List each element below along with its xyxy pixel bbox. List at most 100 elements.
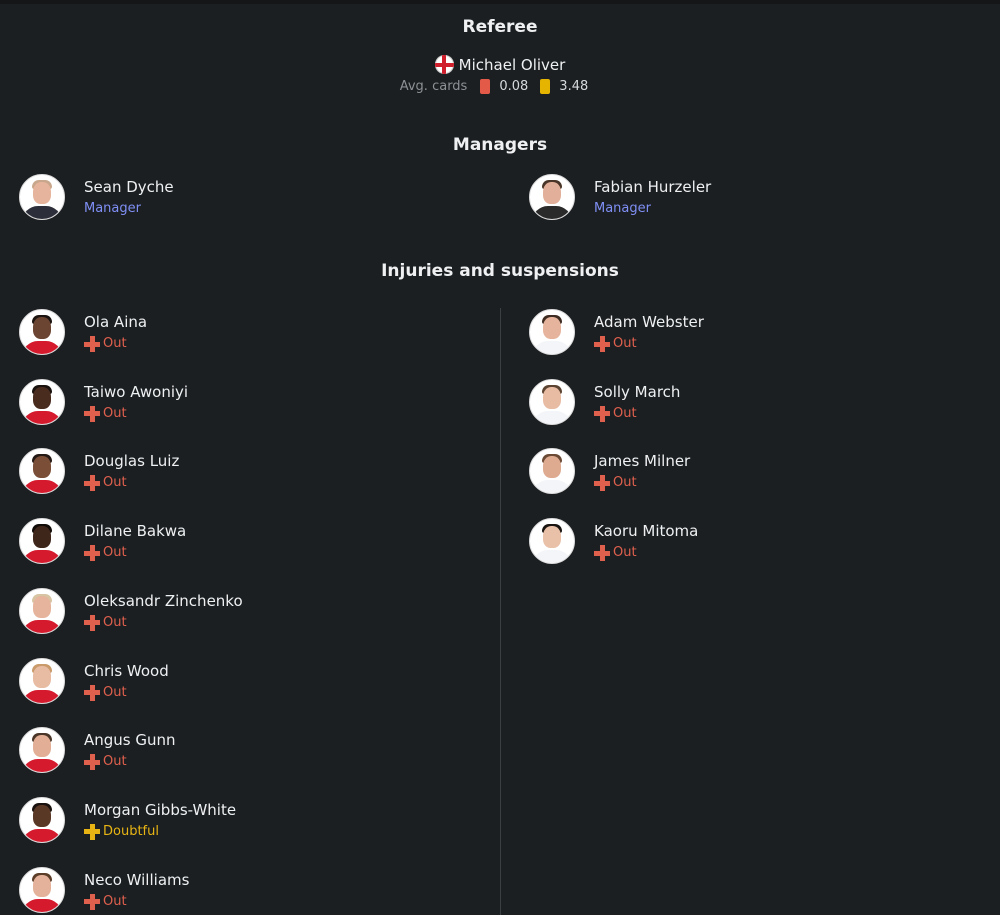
player-status: Out	[84, 893, 189, 911]
player-status: Out	[84, 405, 188, 423]
manager-home[interactable]: Sean Dyche Manager	[19, 174, 174, 220]
player-status: Doubtful	[84, 823, 236, 841]
injured-player[interactable]: Solly March Out	[529, 378, 681, 425]
player-status: Out	[84, 474, 179, 492]
status-label: Out	[613, 336, 637, 351]
status-label: Out	[613, 545, 637, 561]
player-name: Douglas Luiz	[84, 452, 180, 471]
avatar	[19, 448, 65, 495]
avatar	[19, 309, 65, 355]
player-status: Out	[84, 753, 176, 771]
player-name: Kaoru Mitoma	[594, 522, 699, 541]
referee-avg-cards: Avg. cards 0.08 3.48	[0, 79, 1000, 94]
injuries-title: Injuries and suspensions	[381, 261, 619, 281]
plus-icon	[594, 545, 610, 562]
avatar	[19, 518, 65, 565]
player-status: Out	[84, 335, 147, 353]
plus-icon	[84, 545, 100, 562]
manager-away[interactable]: Fabian Hurzeler Manager	[529, 174, 711, 220]
status-label: Out	[613, 475, 637, 491]
plus-icon	[84, 405, 100, 422]
injured-player[interactable]: Chris Wood Out	[19, 657, 169, 704]
yellow-cards-value: 3.48	[559, 79, 589, 94]
status-label: Out	[103, 475, 127, 491]
avatar	[529, 518, 575, 565]
player-name: Angus Gunn	[84, 731, 176, 750]
england-flag-icon	[434, 55, 454, 74]
plus-icon	[84, 754, 100, 771]
player-status: Out	[84, 614, 243, 632]
avatar	[19, 587, 65, 634]
managers-title: Managers	[452, 135, 548, 155]
player-name: Neco Williams	[84, 870, 190, 889]
injured-player[interactable]: Oleksandr Zinchenko Out	[19, 587, 243, 634]
injured-player[interactable]: Neco Williams Out	[19, 866, 190, 913]
red-card-icon	[480, 79, 491, 94]
avatar	[19, 796, 65, 843]
avatar	[529, 174, 575, 220]
plus-icon	[84, 893, 100, 910]
red-cards-value: 0.08	[499, 79, 529, 94]
injured-player[interactable]: Angus Gunn Out	[19, 727, 176, 774]
avatar	[19, 866, 65, 913]
plus-icon	[84, 475, 100, 492]
player-status: Out	[594, 405, 680, 423]
injured-player[interactable]: Ola Aina Out	[19, 309, 147, 355]
avatar	[529, 378, 575, 425]
player-name: Morgan Gibbs-White	[84, 800, 237, 819]
injured-player[interactable]: Dilane Bakwa Out	[19, 518, 187, 565]
injured-player[interactable]: Morgan Gibbs-White Doubtful	[19, 796, 237, 843]
avatar	[19, 657, 65, 704]
player-name: Adam Webster	[594, 313, 704, 331]
avg-cards-label: Avg. cards	[399, 79, 468, 94]
manager-role: Manager	[594, 201, 651, 216]
plus-icon	[84, 823, 100, 840]
referee-name[interactable]: Michael Oliver	[459, 56, 566, 74]
manager-name: Fabian Hurzeler	[594, 178, 712, 196]
avatar	[19, 727, 65, 774]
status-label: Out	[103, 614, 127, 630]
plus-icon	[84, 336, 100, 352]
status-label: Out	[103, 684, 127, 700]
referee-name-row: Michael Oliver	[0, 55, 1000, 74]
player-name: Solly March	[594, 382, 681, 401]
plus-icon	[594, 475, 610, 492]
player-name: James Milner	[594, 452, 691, 471]
plus-icon	[84, 684, 100, 701]
manager-name: Sean Dyche	[84, 178, 174, 196]
avatar	[529, 309, 575, 355]
player-name: Ola Aina	[84, 313, 148, 331]
avatar	[19, 378, 65, 425]
status-label: Out	[613, 405, 637, 421]
player-status: Out	[594, 335, 704, 353]
plus-icon	[594, 336, 610, 352]
avatar	[19, 174, 65, 220]
injured-player[interactable]: Taiwo Awoniyi Out	[19, 378, 189, 425]
status-label: Out	[103, 405, 127, 421]
player-name: Dilane Bakwa	[84, 522, 187, 541]
status-label: Out	[103, 893, 127, 909]
status-label: Out	[103, 754, 127, 770]
player-name: Oleksandr Zinchenko	[84, 591, 243, 610]
yellow-card-icon	[540, 79, 551, 94]
player-status: Out	[594, 474, 690, 492]
status-label: Out	[103, 545, 127, 561]
status-label: Out	[103, 336, 127, 351]
status-label: Doubtful	[103, 823, 159, 839]
player-name: Taiwo Awoniyi	[84, 382, 189, 401]
injured-player[interactable]: Adam Webster Out	[529, 309, 704, 355]
player-name: Chris Wood	[84, 661, 169, 680]
injured-player[interactable]: James Milner Out	[529, 448, 691, 495]
manager-role: Manager	[84, 201, 141, 216]
avatar	[529, 448, 575, 495]
player-status: Out	[594, 544, 698, 562]
referee-title: Referee	[462, 17, 538, 37]
plus-icon	[84, 614, 100, 631]
top-border	[0, 0, 1000, 4]
injured-player[interactable]: Douglas Luiz Out	[19, 448, 180, 495]
injured-player[interactable]: Kaoru Mitoma Out	[529, 518, 699, 565]
player-status: Out	[84, 544, 186, 562]
column-divider	[500, 308, 501, 915]
plus-icon	[594, 405, 610, 422]
player-status: Out	[84, 684, 169, 702]
